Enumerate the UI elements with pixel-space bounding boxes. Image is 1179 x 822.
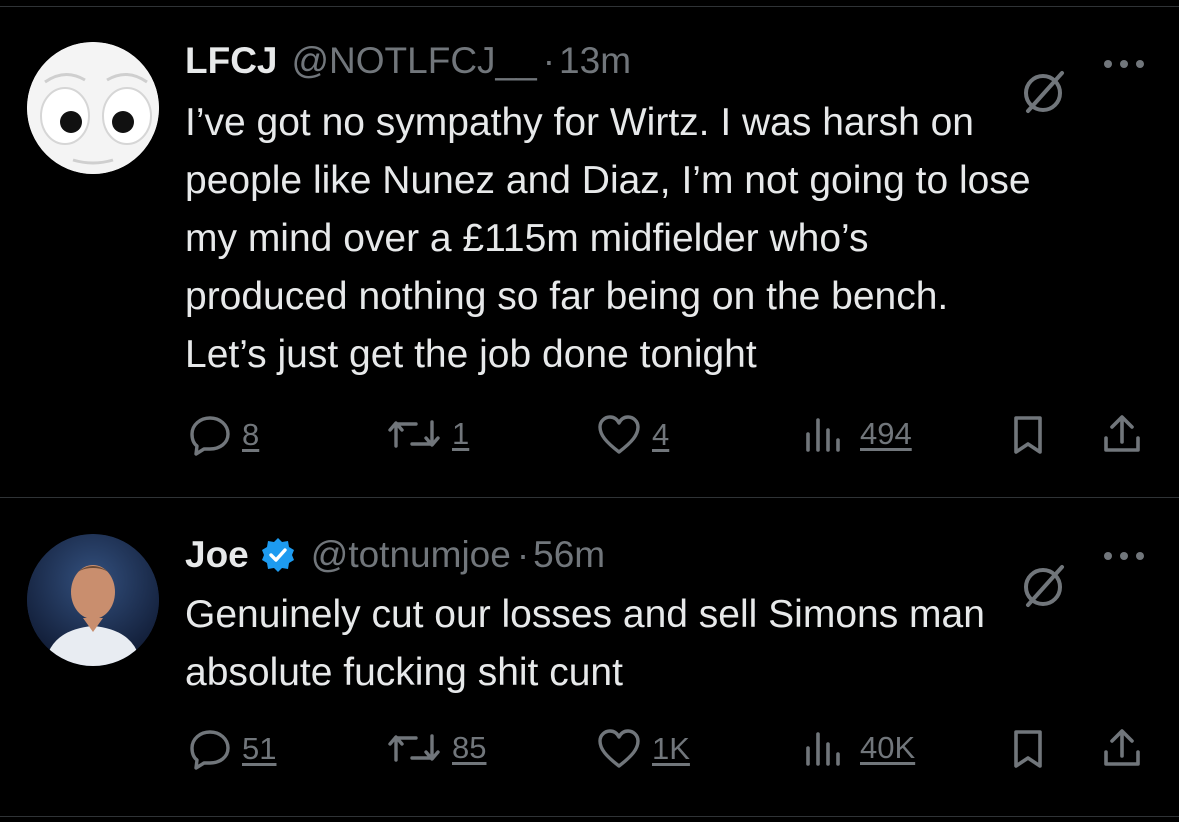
user-handle[interactable]: @NOTLFCJ__ bbox=[292, 40, 537, 82]
tweet-1[interactable]: LFCJ @NOTLFCJ__ · 13m I’ve got no sympat… bbox=[0, 0, 1179, 497]
avatar-lfcj[interactable] bbox=[27, 42, 159, 174]
verified-badge-icon bbox=[259, 536, 297, 574]
repost-button[interactable]: 85 bbox=[386, 728, 486, 768]
tweet-header: Joe @totnumjoe · 56m bbox=[185, 534, 605, 576]
like-icon bbox=[598, 729, 640, 768]
more-icon[interactable] bbox=[1104, 550, 1144, 562]
tweet-text-line: produced nothing so far being on the ben… bbox=[185, 275, 949, 318]
repost-icon bbox=[388, 734, 440, 762]
avatar-photo-icon bbox=[27, 534, 159, 666]
views-count: 494 bbox=[860, 416, 912, 451]
separator-dot: · bbox=[516, 534, 530, 575]
tweet-text: I’ve got no sympathy for Wirtz. I was ha… bbox=[185, 94, 1165, 384]
reply-icon bbox=[190, 730, 230, 770]
timestamp[interactable]: 13m bbox=[559, 40, 631, 82]
repost-button[interactable]: 1 bbox=[386, 414, 469, 454]
views-button[interactable]: 494 bbox=[800, 414, 912, 454]
reply-button[interactable]: 8 bbox=[188, 414, 259, 456]
bookmark-icon bbox=[1014, 730, 1042, 768]
reply-icon bbox=[190, 416, 230, 456]
repost-count: 85 bbox=[452, 730, 487, 765]
views-icon bbox=[806, 418, 840, 452]
reply-count: 8 bbox=[242, 417, 260, 452]
tweet-text-line: my mind over a £115m midfielder who’s bbox=[185, 217, 869, 260]
display-name[interactable]: LFCJ bbox=[185, 40, 278, 82]
tweet-header: LFCJ @NOTLFCJ__ · 13m bbox=[185, 40, 631, 82]
repost-count: 1 bbox=[452, 416, 470, 451]
reply-count: 51 bbox=[242, 731, 277, 766]
views-count: 40K bbox=[860, 730, 916, 765]
like-button[interactable]: 4 bbox=[596, 414, 669, 456]
like-icon bbox=[598, 415, 640, 454]
tweet-2[interactable]: Joe @totnumjoe · 56m Genuinely cut our l… bbox=[0, 498, 1179, 816]
bottom-divider bbox=[0, 816, 1179, 817]
share-button[interactable] bbox=[1100, 726, 1144, 770]
tweet-text-line: Genuinely cut our losses and sell Simons… bbox=[185, 593, 985, 636]
like-button[interactable]: 1K bbox=[596, 728, 690, 770]
bookmark-button[interactable] bbox=[1008, 728, 1048, 770]
like-count: 4 bbox=[652, 417, 670, 452]
separator-dot: · bbox=[542, 40, 556, 81]
user-handle[interactable]: @totnumjoe bbox=[311, 534, 511, 576]
timestamp[interactable]: 56m bbox=[533, 534, 605, 576]
bookmark-button[interactable] bbox=[1008, 414, 1048, 456]
like-count: 1K bbox=[652, 731, 690, 766]
tweet-text-line: absolute fucking shit cunt bbox=[185, 651, 623, 694]
bookmark-icon bbox=[1014, 416, 1042, 454]
repost-icon bbox=[388, 420, 440, 448]
views-icon bbox=[806, 732, 840, 766]
share-button[interactable] bbox=[1100, 412, 1144, 456]
reply-button[interactable]: 51 bbox=[188, 728, 276, 770]
tweet-text-line: I’ve got no sympathy for Wirtz. I was ha… bbox=[185, 101, 974, 144]
views-button[interactable]: 40K bbox=[800, 728, 915, 768]
avatar-eyes-icon bbox=[27, 42, 159, 174]
tweet-text-line: Let’s just get the job done tonight bbox=[185, 333, 757, 376]
avatar-joe[interactable] bbox=[27, 534, 159, 666]
share-icon bbox=[1104, 415, 1140, 452]
share-icon bbox=[1104, 729, 1140, 766]
tweet-text: Genuinely cut our losses and sell Simons… bbox=[185, 586, 1165, 702]
tweet-text-line: people like Nunez and Diaz, I’m not goin… bbox=[185, 159, 1031, 202]
display-name[interactable]: Joe bbox=[185, 534, 249, 576]
more-icon[interactable] bbox=[1104, 58, 1144, 70]
